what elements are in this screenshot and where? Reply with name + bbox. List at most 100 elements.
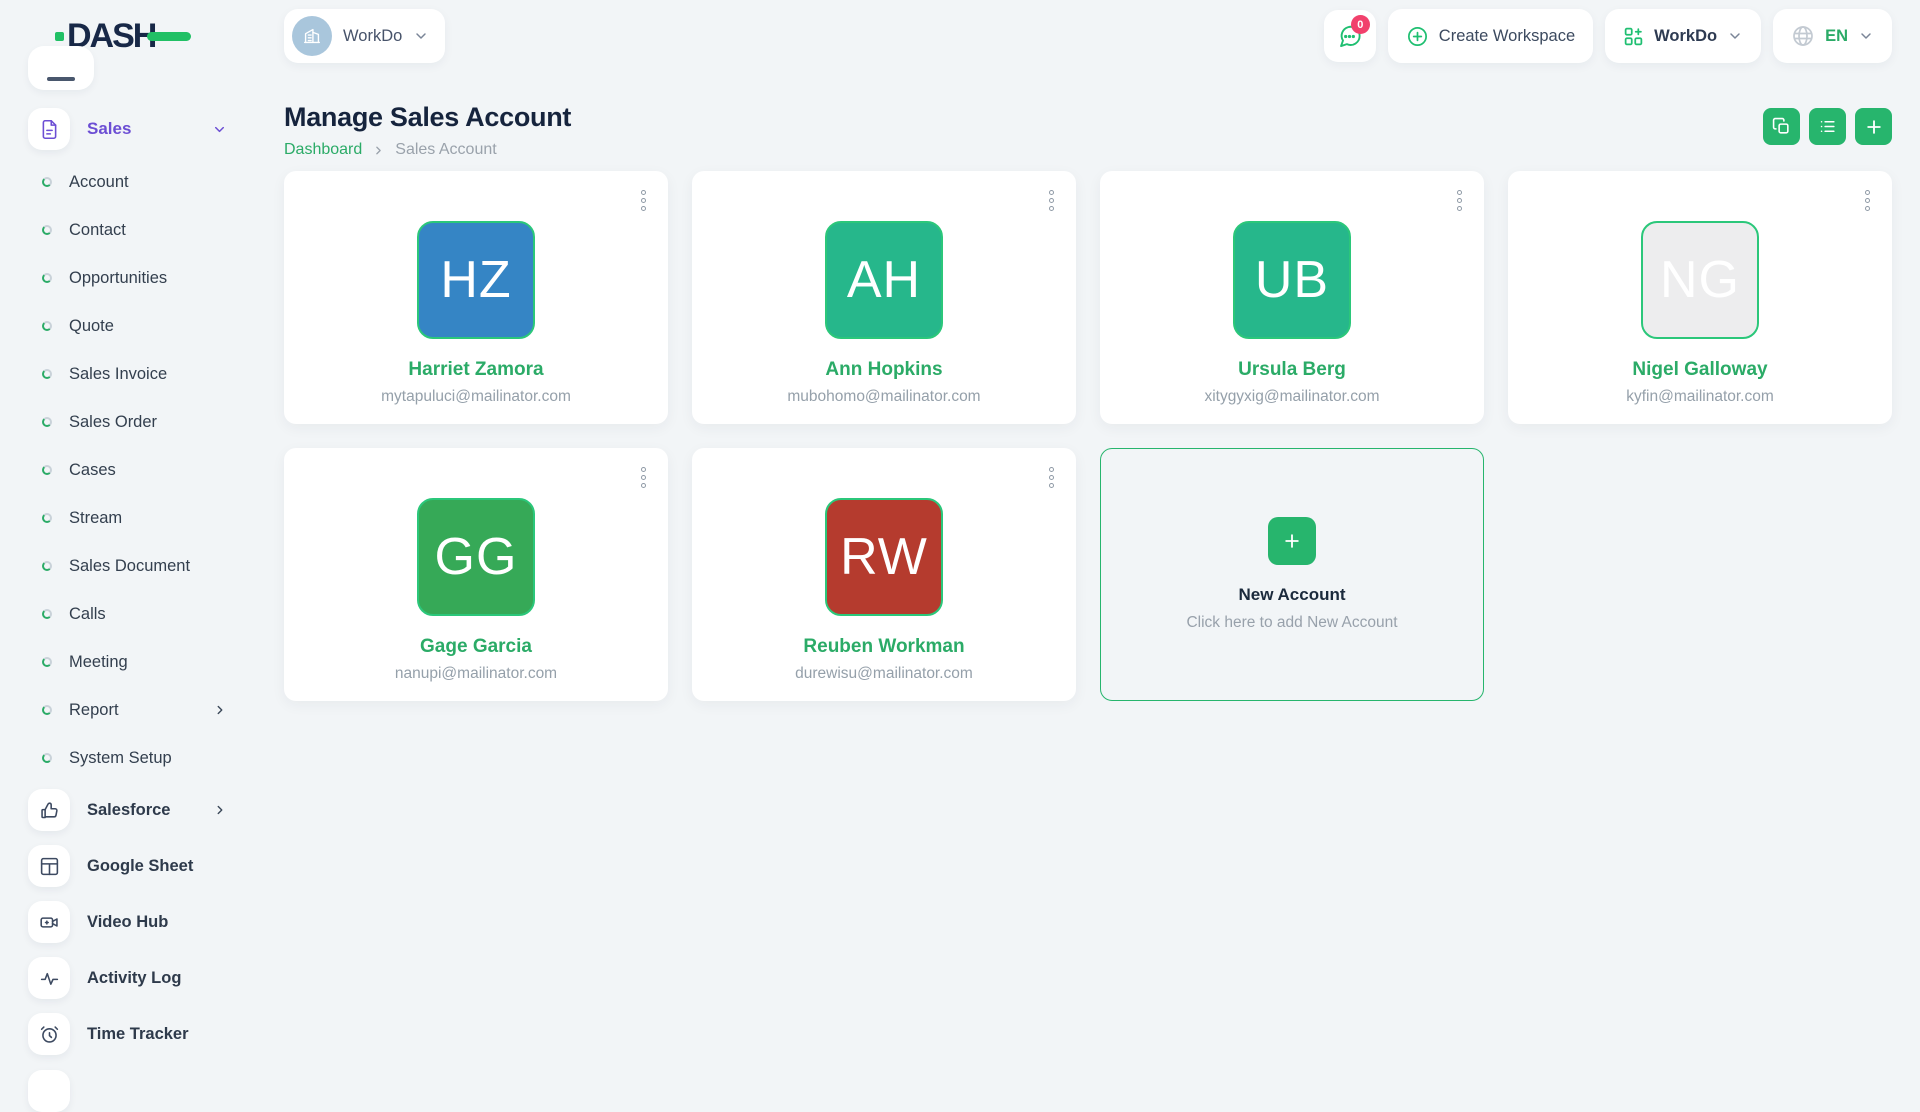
account-email: kyfin@mailinator.com (1626, 388, 1774, 406)
hamburger-icon (47, 77, 75, 81)
sidebar-item[interactable]: System Setup (28, 734, 258, 782)
account-initials: AH (847, 250, 921, 310)
account-name[interactable]: Gage Garcia (420, 636, 532, 658)
sidebar-section-label: Sales (87, 119, 131, 139)
card-menu-button[interactable] (637, 463, 650, 492)
account-initials: NG (1660, 250, 1740, 310)
add-account-button[interactable] (1855, 108, 1892, 145)
sidebar-item[interactable]: Quote (28, 302, 258, 350)
workdo-menu-label: WorkDo (1654, 27, 1717, 46)
account-card[interactable]: RW Reuben Workman durewisu@mailinator.co… (692, 448, 1076, 701)
main-content: Manage Sales Account Dashboard Sales Acc… (284, 72, 1892, 701)
sidebar-item[interactable]: Sales Order (28, 398, 258, 446)
chevron-right-icon (213, 703, 227, 717)
sidebar-item[interactable]: Contact (28, 206, 258, 254)
sidebar-item[interactable]: Opportunities (28, 254, 258, 302)
account-name[interactable]: Nigel Galloway (1632, 359, 1767, 381)
bullet-icon (42, 657, 52, 667)
sidebar-item-label: Sales Invoice (69, 365, 167, 384)
chevron-right-icon (372, 144, 385, 157)
card-menu-button[interactable] (1045, 186, 1058, 215)
breadcrumb: Dashboard Sales Account (284, 141, 571, 159)
export-button[interactable] (1763, 108, 1800, 145)
bullet-icon (42, 705, 52, 715)
sidebar-collapse-button[interactable] (28, 46, 94, 90)
sidebar-item[interactable]: Meeting (28, 638, 258, 686)
breadcrumb-dashboard-link[interactable]: Dashboard (284, 141, 362, 159)
sidebar-item-label: Calls (69, 605, 106, 624)
account-avatar: HZ (417, 221, 535, 339)
sidebar-sales-menu: Account Contact Opportunities (28, 158, 258, 782)
sidebar-item[interactable]: Sales Invoice (28, 350, 258, 398)
sidebar-item[interactable]: Stream (28, 494, 258, 542)
language-code: EN (1825, 27, 1848, 46)
sidebar-item-label: Account (69, 173, 129, 192)
sidebar-module-item[interactable]: Activity Log (28, 950, 258, 1006)
bullet-icon (42, 369, 52, 379)
chevron-right-icon (213, 803, 227, 817)
list-view-button[interactable] (1809, 108, 1846, 145)
account-card[interactable]: GG Gage Garcia nanupi@mailinator.com (284, 448, 668, 701)
card-menu-button[interactable] (1861, 186, 1874, 215)
sidebar-section-sales[interactable]: Sales (28, 106, 258, 152)
grid-plus-icon (1623, 26, 1644, 47)
account-name[interactable]: Harriet Zamora (408, 359, 543, 381)
copy-icon (1772, 117, 1791, 136)
sidebar-module-partial[interactable] (28, 1070, 70, 1112)
account-initials: GG (435, 527, 518, 587)
workspace-selector[interactable]: WorkDo (284, 9, 445, 63)
card-menu-button[interactable] (637, 186, 650, 215)
workdo-menu-button[interactable]: WorkDo (1605, 9, 1761, 63)
document-icon (28, 108, 70, 150)
plus-icon (1268, 517, 1316, 565)
account-name[interactable]: Ann Hopkins (825, 359, 942, 381)
logo-dot (55, 32, 64, 41)
sidebar-item-label: Sales Document (69, 557, 190, 576)
account-card[interactable]: NG Nigel Galloway kyfin@mailinator.com (1508, 171, 1892, 424)
messages-badge: 0 (1351, 15, 1370, 34)
account-card[interactable]: AH Ann Hopkins mubohomo@mailinator.com (692, 171, 1076, 424)
sidebar-module-item[interactable]: Salesforce (28, 782, 258, 838)
sidebar-item-label: Sales Order (69, 413, 157, 432)
create-workspace-label: Create Workspace (1439, 27, 1575, 46)
account-name[interactable]: Reuben Workman (803, 636, 964, 658)
sidebar-item[interactable]: Cases (28, 446, 258, 494)
sidebar-module-label: Time Tracker (87, 1025, 189, 1044)
sidebar-item-label: Stream (69, 509, 122, 528)
sidebar-module-label: Activity Log (87, 969, 181, 988)
create-workspace-button[interactable]: Create Workspace (1388, 9, 1593, 63)
bullet-icon (42, 465, 52, 475)
thumbs-up-icon (28, 789, 70, 831)
account-avatar: UB (1233, 221, 1351, 339)
account-initials: HZ (440, 250, 511, 310)
bullet-icon (42, 321, 52, 331)
new-account-card[interactable]: New AccountClick here to add New Account (1100, 448, 1484, 701)
sidebar-item[interactable]: Calls (28, 590, 258, 638)
account-email: durewisu@mailinator.com (795, 665, 973, 683)
sidebar-module-item[interactable]: Video Hub (28, 894, 258, 950)
account-avatar: AH (825, 221, 943, 339)
language-selector[interactable]: EN (1773, 9, 1892, 63)
header-actions: 0 Create Workspace WorkDo (1324, 9, 1892, 63)
account-name[interactable]: Ursula Berg (1238, 359, 1346, 381)
sidebar-module-item[interactable]: Time Tracker (28, 1006, 258, 1062)
bullet-icon (42, 561, 52, 571)
messages-button[interactable]: 0 (1324, 10, 1376, 62)
sidebar-module-item[interactable]: Google Sheet (28, 838, 258, 894)
account-card[interactable]: HZ Harriet Zamora mytapuluci@mailinator.… (284, 171, 668, 424)
logo-dash (147, 32, 191, 41)
page-title: Manage Sales Account (284, 102, 571, 133)
sidebar-item[interactable]: Report (28, 686, 258, 734)
new-account-subtitle: Click here to add New Account (1186, 614, 1397, 632)
card-menu-button[interactable] (1045, 463, 1058, 492)
sidebar-item[interactable]: Account (28, 158, 258, 206)
bullet-icon (42, 177, 52, 187)
sidebar-item[interactable]: Sales Document (28, 542, 258, 590)
bullet-icon (42, 513, 52, 523)
sidebar-item-label: Meeting (69, 653, 128, 672)
card-menu-button[interactable] (1453, 186, 1466, 215)
chevron-down-icon (212, 122, 227, 137)
globe-icon (1791, 24, 1815, 48)
chevron-down-icon (413, 28, 429, 44)
account-card[interactable]: UB Ursula Berg xitygyxig@mailinator.com (1100, 171, 1484, 424)
